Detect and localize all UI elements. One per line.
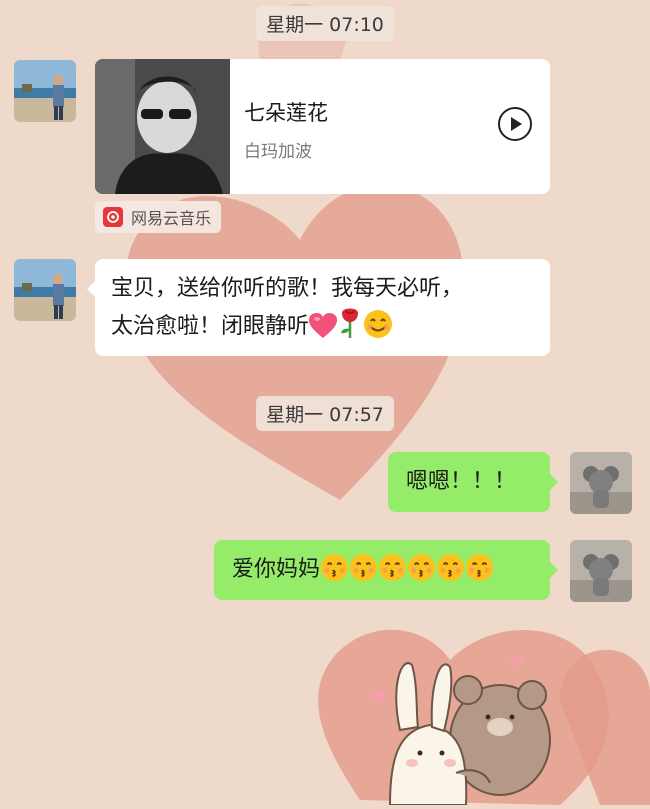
bunny-bear-hug-sticker[interactable] <box>360 645 560 806</box>
outgoing-message-bubble[interactable]: 爱你妈妈 <box>214 540 558 600</box>
kissing-face-icon <box>320 553 349 594</box>
outgoing-message-text: 嗯嗯！！！ <box>406 469 517 494</box>
song-artist: 白玛加波 <box>244 142 312 162</box>
my-avatar[interactable] <box>570 540 632 602</box>
kissing-face-icon <box>407 553 436 594</box>
timestamp: 星期一 07:10 <box>256 6 394 41</box>
kissing-face-icon <box>436 553 465 594</box>
smiling-face-icon <box>363 309 393 351</box>
contact-avatar[interactable] <box>14 259 76 321</box>
kissing-face-icon <box>378 553 407 594</box>
play-button[interactable] <box>498 107 532 141</box>
my-avatar[interactable] <box>570 452 632 514</box>
incoming-message-text: 太治愈啦！闭眼静听 <box>111 314 310 339</box>
music-source-badge[interactable]: 网易云音乐 <box>95 201 222 233</box>
incoming-message-line-2: 太治愈啦！闭眼静听 <box>111 307 534 351</box>
incoming-message-bubble[interactable]: 宝贝，送给你听的歌！我每天必听， 太治愈啦！闭眼静听 <box>87 259 550 356</box>
contact-avatar[interactable] <box>14 60 76 122</box>
outgoing-message-bubble[interactable]: 嗯嗯！！！ <box>388 452 558 512</box>
netease-music-logo-icon <box>103 207 123 227</box>
music-source-label: 网易云音乐 <box>131 209 212 228</box>
incoming-message-line: 宝贝，送给你听的歌！我每天必听， <box>111 276 464 301</box>
outgoing-message-text: 爱你妈妈 <box>232 557 321 582</box>
album-cover <box>95 59 230 194</box>
pink-heart-icon <box>309 313 338 351</box>
outgoing-message-line: 爱你妈妈 <box>232 552 532 594</box>
play-icon <box>511 117 522 131</box>
rose-icon <box>337 307 363 351</box>
timestamp: 星期一 07:57 <box>256 396 394 431</box>
music-share-card[interactable]: 七朵莲花 白玛加波 <box>95 59 550 194</box>
music-info: 七朵莲花 白玛加波 <box>230 59 550 194</box>
kissing-face-icon <box>465 553 494 594</box>
kissing-face-icon <box>349 553 378 594</box>
